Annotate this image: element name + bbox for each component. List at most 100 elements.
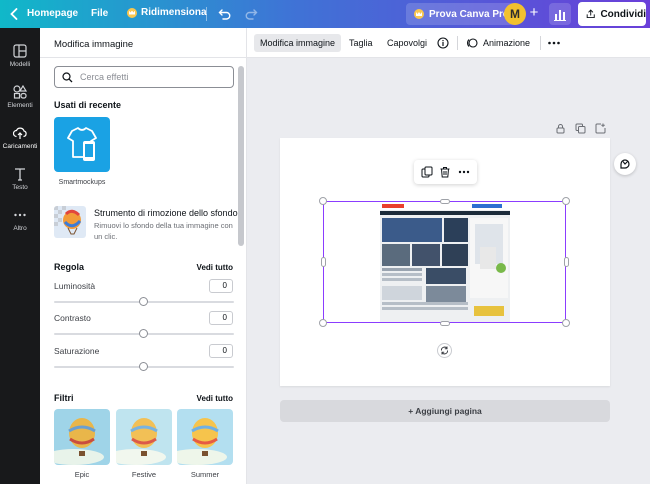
rotate-handle[interactable] (437, 343, 452, 358)
saturation-label: Saturazione (54, 346, 100, 356)
text-icon (15, 168, 25, 181)
homepage-link[interactable]: Homepage (27, 8, 78, 19)
brightness-value[interactable]: 0 (209, 279, 233, 293)
crown-icon (127, 7, 137, 18)
adjust-heading: Regola (54, 262, 85, 272)
panel-scrollbar[interactable] (238, 66, 244, 246)
add-page-icon[interactable] (595, 123, 606, 134)
smartmockups-icon (67, 127, 97, 161)
bg-remover-title[interactable]: Strumento di rimozione dello sfondo (94, 208, 244, 218)
flip-button[interactable]: Capovolgi (381, 34, 433, 52)
file-menu[interactable]: File (91, 8, 108, 19)
rail-item-templates[interactable]: Modelli (0, 32, 40, 72)
share-button[interactable]: Condividi (578, 2, 646, 26)
filter-summer[interactable] (177, 409, 233, 465)
add-collaborator-button[interactable]: + (527, 5, 541, 20)
more-options-icon[interactable] (458, 166, 470, 178)
rail-item-more[interactable]: Altro (0, 196, 40, 236)
copy-icon[interactable] (421, 166, 433, 178)
resize-handle-bottom[interactable] (440, 321, 450, 326)
recent-heading: Usati di recente (54, 100, 122, 110)
contrast-label: Contrasto (54, 313, 91, 323)
resize-handle-bottom-right[interactable] (562, 319, 570, 327)
undo-icon[interactable] (218, 7, 232, 21)
filter-epic[interactable] (54, 409, 110, 465)
redo-icon[interactable] (244, 7, 258, 21)
element-floating-toolbar (414, 160, 477, 184)
context-toolbar: Modifica immagine Taglia Capovolgi Anima… (247, 28, 650, 58)
resize-handle-top-left[interactable] (319, 197, 327, 205)
elements-icon (13, 85, 27, 99)
contrast-slider-thumb[interactable] (139, 329, 148, 338)
smartmockups-tile[interactable] (54, 117, 110, 172)
duplicate-page-icon[interactable] (575, 123, 586, 134)
more-dots-icon (14, 213, 26, 217)
resize-handle-right[interactable] (564, 257, 569, 267)
resize-handle-bottom-left[interactable] (319, 319, 327, 327)
templates-icon (13, 44, 27, 58)
edit-image-panel: Modifica immagine Usati di recente Smart… (40, 28, 247, 484)
contrast-value[interactable]: 0 (209, 311, 233, 325)
info-icon[interactable] (437, 37, 449, 49)
rail-item-uploads[interactable]: Caricamenti (0, 114, 40, 154)
animate-button[interactable]: Animazione (477, 34, 536, 52)
resize-label: Ridimensiona (141, 7, 207, 18)
topbar-divider (206, 7, 207, 21)
filters-see-all-link[interactable]: Vedi tutto (197, 394, 233, 403)
balloon-thumbnail (54, 409, 110, 465)
top-bar: Homepage File Ridimensiona Prova Canva P… (0, 0, 650, 28)
filter-label: Festive (131, 470, 157, 479)
search-box (54, 66, 234, 88)
more-options-icon[interactable] (547, 38, 561, 48)
lock-icon[interactable] (555, 123, 566, 134)
rail-label: Testo (12, 184, 28, 191)
resize-handle-left[interactable] (321, 257, 326, 267)
balloon-thumbnail (177, 409, 233, 465)
share-upload-icon (586, 9, 595, 19)
contrast-slider[interactable] (54, 329, 234, 338)
comment-button[interactable] (614, 153, 636, 175)
selection-frame (323, 201, 566, 323)
left-rail: Modelli Elementi Caricamenti Testo Altro (0, 28, 40, 484)
panel-title: Modifica immagine (54, 39, 134, 50)
saturation-slider-thumb[interactable] (139, 362, 148, 371)
add-page-button[interactable]: + Aggiungi pagina (280, 400, 610, 422)
filter-label: Epic (74, 470, 90, 479)
trash-icon[interactable] (439, 166, 451, 178)
upload-cloud-icon (13, 127, 27, 139)
bg-remover-icon (54, 206, 86, 238)
crop-button[interactable]: Taglia (343, 34, 379, 52)
brightness-slider-thumb[interactable] (139, 297, 148, 306)
brightness-slider[interactable] (54, 297, 234, 306)
insights-button[interactable] (549, 3, 571, 25)
rail-label: Modelli (9, 61, 31, 68)
rotate-icon (441, 346, 448, 355)
toolbar-divider (457, 36, 458, 50)
search-icon (62, 71, 73, 82)
saturation-slider[interactable] (54, 362, 234, 371)
try-pro-button[interactable]: Prova Canva Pro (406, 3, 518, 25)
resize-handle-top-right[interactable] (562, 197, 570, 205)
avatar[interactable]: M (504, 3, 526, 25)
edit-image-button[interactable]: Modifica immagine (254, 34, 342, 52)
try-pro-label: Prova Canva Pro (429, 8, 510, 20)
filters-heading: Filtri (54, 393, 74, 403)
rail-item-elements[interactable]: Elementi (0, 73, 40, 113)
saturation-value[interactable]: 0 (209, 344, 233, 358)
bg-remover-description: Rimuovi lo sfondo della tua immagine con… (94, 221, 233, 241)
chevron-left-icon[interactable] (10, 8, 18, 20)
search-effects-input[interactable] (80, 72, 220, 82)
filter-label: Summer (190, 470, 220, 479)
smartmockups-label: Smartmockups (58, 179, 106, 186)
bg-remover-thumbnail[interactable] (54, 206, 86, 238)
resize-button[interactable]: Ridimensiona (127, 7, 207, 18)
adjust-see-all-link[interactable]: Vedi tutto (197, 263, 233, 272)
filter-festive[interactable] (116, 409, 172, 465)
bar-chart-icon (554, 10, 566, 21)
share-label: Condividi (600, 8, 646, 20)
toolbar-divider (540, 36, 541, 50)
resize-handle-top[interactable] (440, 199, 450, 204)
comment-refresh-icon (620, 159, 630, 169)
rail-item-text[interactable]: Testo (0, 155, 40, 195)
brightness-label: Luminosità (54, 281, 96, 291)
